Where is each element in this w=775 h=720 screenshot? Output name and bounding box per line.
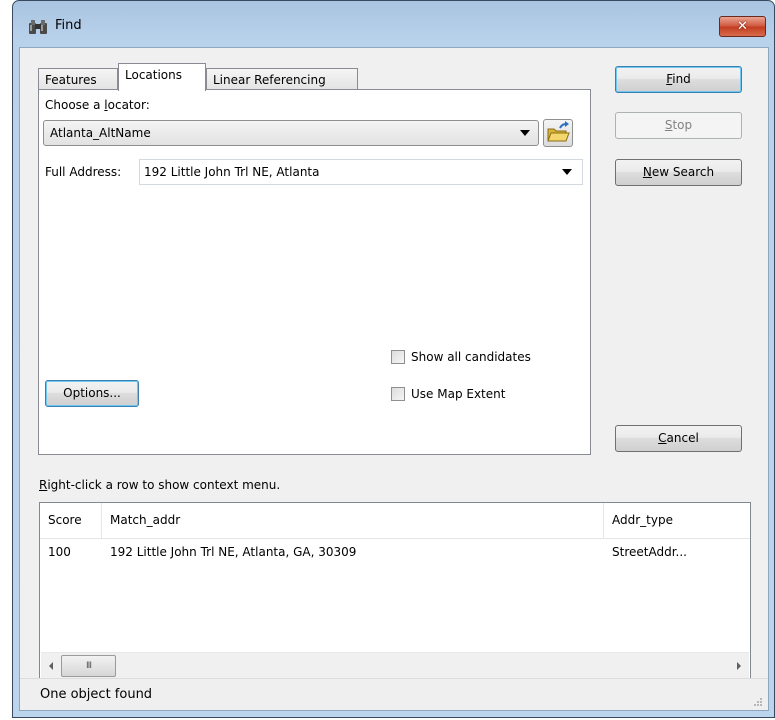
status-text: One object found: [40, 687, 153, 702]
table-row[interactable]: 100 192 Little John Trl NE, Atlanta, GA,…: [40, 539, 750, 565]
tab-features[interactable]: Features: [38, 68, 118, 90]
locator-dropdown[interactable]: Atlanta_AltName: [43, 120, 539, 146]
use-map-extent-checkbox[interactable]: Use Map Extent: [391, 387, 505, 401]
list-header: Score Match_addr Addr_type: [40, 503, 750, 539]
locations-panel: Choose a locator: Atlanta_AltName Full A…: [38, 89, 591, 455]
full-address-label: Full Address:: [45, 165, 122, 179]
options-button[interactable]: Options...: [45, 380, 139, 407]
open-folder-icon: [547, 121, 570, 142]
column-header-match-addr[interactable]: Match_addr: [102, 503, 604, 539]
browse-locator-button[interactable]: [543, 119, 573, 147]
tab-locations[interactable]: Locations: [118, 63, 206, 91]
chevron-down-icon: [520, 130, 530, 136]
cancel-button[interactable]: Cancel: [615, 425, 742, 452]
locator-label: Choose a locator:: [45, 98, 150, 112]
close-icon: ✕: [737, 19, 748, 34]
title-bar[interactable]: Find ✕: [13, 1, 774, 47]
column-header-addr-type[interactable]: Addr_type: [604, 503, 750, 539]
show-all-candidates-label: Show all candidates: [411, 350, 531, 364]
new-search-button[interactable]: New Search: [615, 159, 742, 186]
find-button[interactable]: Find: [615, 66, 742, 93]
checkbox-box[interactable]: [391, 387, 405, 401]
cell-addr-type: StreetAddr...: [612, 545, 687, 559]
status-bar: One object found: [20, 678, 768, 710]
binoculars-icon: [29, 20, 47, 34]
show-all-candidates-checkbox[interactable]: Show all candidates: [391, 350, 531, 364]
dialog-client-area: Features Locations Linear Referencing Ch…: [19, 47, 769, 711]
full-address-value: 192 Little John Trl NE, Atlanta: [144, 165, 320, 179]
scrollbar-thumb[interactable]: III: [61, 655, 116, 677]
column-header-score[interactable]: Score: [40, 503, 102, 539]
resize-grip-icon[interactable]: [752, 696, 762, 706]
locator-value: Atlanta_AltName: [50, 126, 151, 140]
chevron-down-icon: [562, 169, 572, 175]
close-button[interactable]: ✕: [719, 16, 766, 37]
find-dialog: Find ✕ Features Locations Linear Referen…: [12, 0, 775, 718]
results-hint: Right-click a row to show context menu.: [39, 478, 281, 492]
results-list[interactable]: Score Match_addr Addr_type 100 192 Littl…: [39, 502, 751, 680]
stop-button[interactable]: Stop: [615, 112, 742, 139]
use-map-extent-label: Use Map Extent: [411, 387, 506, 401]
window-title: Find: [55, 18, 82, 33]
cell-match-addr: 192 Little John Trl NE, Atlanta, GA, 303…: [110, 545, 357, 559]
full-address-input[interactable]: 192 Little John Trl NE, Atlanta: [139, 159, 583, 185]
scroll-left-icon[interactable]: [49, 662, 53, 670]
scroll-right-icon[interactable]: [737, 662, 741, 670]
cell-score: 100: [48, 545, 71, 559]
horizontal-scrollbar[interactable]: III: [41, 652, 749, 678]
checkbox-box[interactable]: [391, 350, 405, 364]
tab-linear-referencing[interactable]: Linear Referencing: [206, 68, 358, 90]
